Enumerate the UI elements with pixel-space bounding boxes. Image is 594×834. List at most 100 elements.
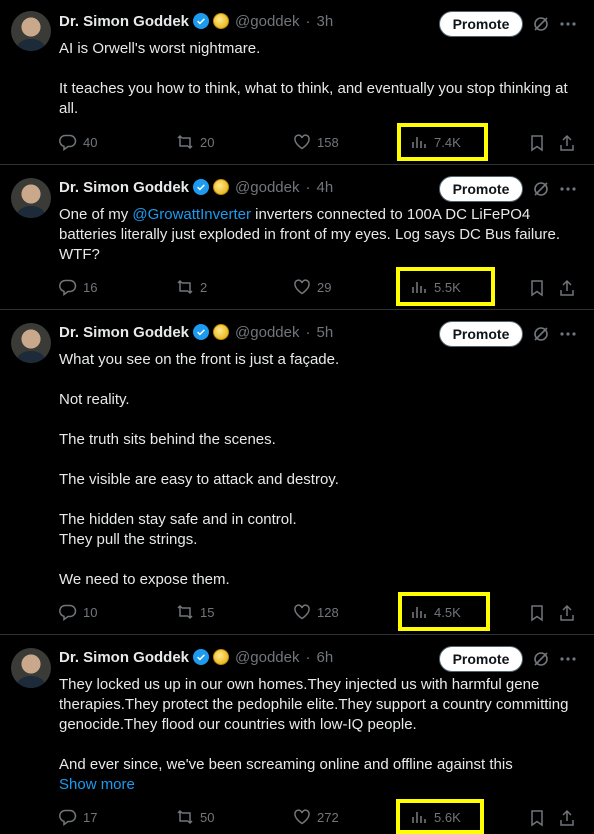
reply-count: 17 — [83, 809, 98, 825]
author-name[interactable]: Dr. Simon Goddek — [59, 649, 189, 666]
repost-icon — [177, 279, 193, 295]
grok-icon[interactable] — [532, 650, 550, 668]
promote-button[interactable]: Promote — [439, 321, 523, 347]
like-button[interactable]: 272 — [293, 808, 339, 826]
tweet[interactable]: Dr. Simon Goddek @goddek · 3h Promote AI… — [0, 0, 594, 165]
heart-icon — [294, 134, 310, 150]
author-name[interactable]: Dr. Simon Goddek — [59, 13, 189, 30]
reply-button[interactable]: 17 — [59, 808, 97, 826]
avatar[interactable] — [11, 648, 51, 688]
reply-button[interactable]: 10 — [59, 603, 97, 621]
like-count: 272 — [317, 809, 339, 825]
reply-icon — [59, 134, 77, 151]
tweet-line: It teaches you how to think, what to thi… — [59, 80, 568, 117]
author-name[interactable]: Dr. Simon Goddek — [59, 179, 189, 196]
tweet-line: What you see on the front is just a faça… — [59, 351, 340, 368]
repost-icon — [177, 604, 193, 620]
share-icon[interactable] — [558, 604, 576, 622]
bookmark-icon[interactable] — [528, 279, 546, 297]
tweet-line: And ever since, we've been screaming onl… — [59, 756, 513, 773]
show-more-link[interactable]: Show more — [59, 775, 579, 795]
reply-button[interactable]: 16 — [59, 278, 97, 296]
tweet-time[interactable]: 4h — [316, 179, 333, 196]
repost-button[interactable]: 50 — [176, 808, 214, 826]
verified-badge-icon — [193, 649, 210, 665]
repost-button[interactable]: 15 — [176, 603, 214, 621]
avatar[interactable] — [11, 11, 51, 51]
tweet-text: They locked us up in our own homes.They … — [59, 675, 579, 795]
tweet[interactable]: Dr. Simon Goddek @goddek · 5h Promote Wh… — [0, 310, 594, 635]
verified-badge-icon — [193, 324, 210, 340]
gold-badge-icon — [213, 13, 230, 29]
avatar[interactable] — [11, 323, 51, 363]
mention-link[interactable]: @GrowattInverter — [132, 206, 251, 223]
grok-icon[interactable] — [532, 15, 550, 33]
tweet-time[interactable]: 5h — [316, 324, 333, 341]
heart-icon — [294, 604, 310, 620]
author-handle[interactable]: @goddek — [235, 649, 299, 666]
author-handle[interactable]: @goddek — [235, 179, 299, 196]
more-options-icon[interactable] — [559, 650, 577, 668]
repost-button[interactable]: 2 — [176, 278, 207, 296]
repost-count: 15 — [200, 604, 215, 620]
tweet-text: One of my @GrowattInverter inverters con… — [59, 205, 579, 265]
promote-button[interactable]: Promote — [439, 176, 523, 202]
author-handle[interactable]: @goddek — [235, 13, 299, 30]
reply-button[interactable]: 40 — [59, 133, 97, 151]
tweet-text: What you see on the front is just a faça… — [59, 350, 579, 590]
like-count: 128 — [317, 604, 339, 620]
reply-count: 16 — [83, 279, 98, 295]
reply-icon — [59, 809, 77, 826]
author-name[interactable]: Dr. Simon Goddek — [59, 324, 189, 341]
tweet-header: Dr. Simon Goddek @goddek · 4h — [59, 177, 333, 197]
repost-icon — [177, 134, 193, 150]
separator-dot: · — [305, 323, 311, 341]
repost-count: 20 — [200, 134, 215, 150]
promote-button[interactable]: Promote — [439, 11, 523, 37]
like-count: 158 — [317, 134, 339, 150]
verified-badge-icon — [193, 13, 210, 29]
separator-dot: · — [305, 178, 311, 196]
tweet[interactable]: Dr. Simon Goddek @goddek · 6h Promote Th… — [0, 635, 594, 834]
more-options-icon[interactable] — [559, 325, 577, 343]
gold-badge-icon — [213, 179, 230, 195]
more-options-icon[interactable] — [559, 15, 577, 33]
share-icon[interactable] — [558, 134, 576, 152]
heart-icon — [294, 279, 310, 295]
avatar[interactable] — [11, 178, 51, 218]
share-icon[interactable] — [558, 809, 576, 827]
separator-dot: · — [305, 648, 311, 666]
tweet-header: Dr. Simon Goddek @goddek · 5h — [59, 322, 333, 342]
bookmark-icon[interactable] — [528, 809, 546, 827]
tweet-header: Dr. Simon Goddek @goddek · 6h — [59, 647, 333, 667]
reply-count: 10 — [83, 604, 98, 620]
reply-icon — [59, 279, 77, 296]
bookmark-icon[interactable] — [528, 134, 546, 152]
views-highlight-box — [396, 799, 484, 834]
tweet[interactable]: Dr. Simon Goddek @goddek · 4h Promote On… — [0, 165, 594, 310]
verified-badge-icon — [193, 179, 210, 195]
grok-icon[interactable] — [532, 180, 550, 198]
repost-button[interactable]: 20 — [176, 133, 214, 151]
separator-dot: · — [305, 12, 311, 30]
tweet-time[interactable]: 3h — [316, 13, 333, 30]
tweet-header: Dr. Simon Goddek @goddek · 3h — [59, 11, 333, 31]
gold-badge-icon — [213, 324, 230, 340]
like-button[interactable]: 158 — [293, 133, 339, 151]
tweet-time[interactable]: 6h — [316, 649, 333, 666]
tweet-line: The truth sits behind the scenes. — [59, 431, 276, 448]
views-highlight-box — [396, 267, 495, 306]
reply-count: 40 — [83, 134, 98, 150]
tweet-text: AI is Orwell's worst nightmare. It teach… — [59, 39, 579, 119]
tweet-line: The visible are easy to attack and destr… — [59, 471, 339, 488]
like-button[interactable]: 29 — [293, 278, 331, 296]
views-highlight-box — [397, 123, 488, 161]
like-button[interactable]: 128 — [293, 603, 339, 621]
promote-button[interactable]: Promote — [439, 646, 523, 672]
author-handle[interactable]: @goddek — [235, 324, 299, 341]
repost-count: 2 — [200, 279, 208, 295]
bookmark-icon[interactable] — [528, 604, 546, 622]
grok-icon[interactable] — [532, 325, 550, 343]
share-icon[interactable] — [558, 279, 576, 297]
more-options-icon[interactable] — [559, 180, 577, 198]
